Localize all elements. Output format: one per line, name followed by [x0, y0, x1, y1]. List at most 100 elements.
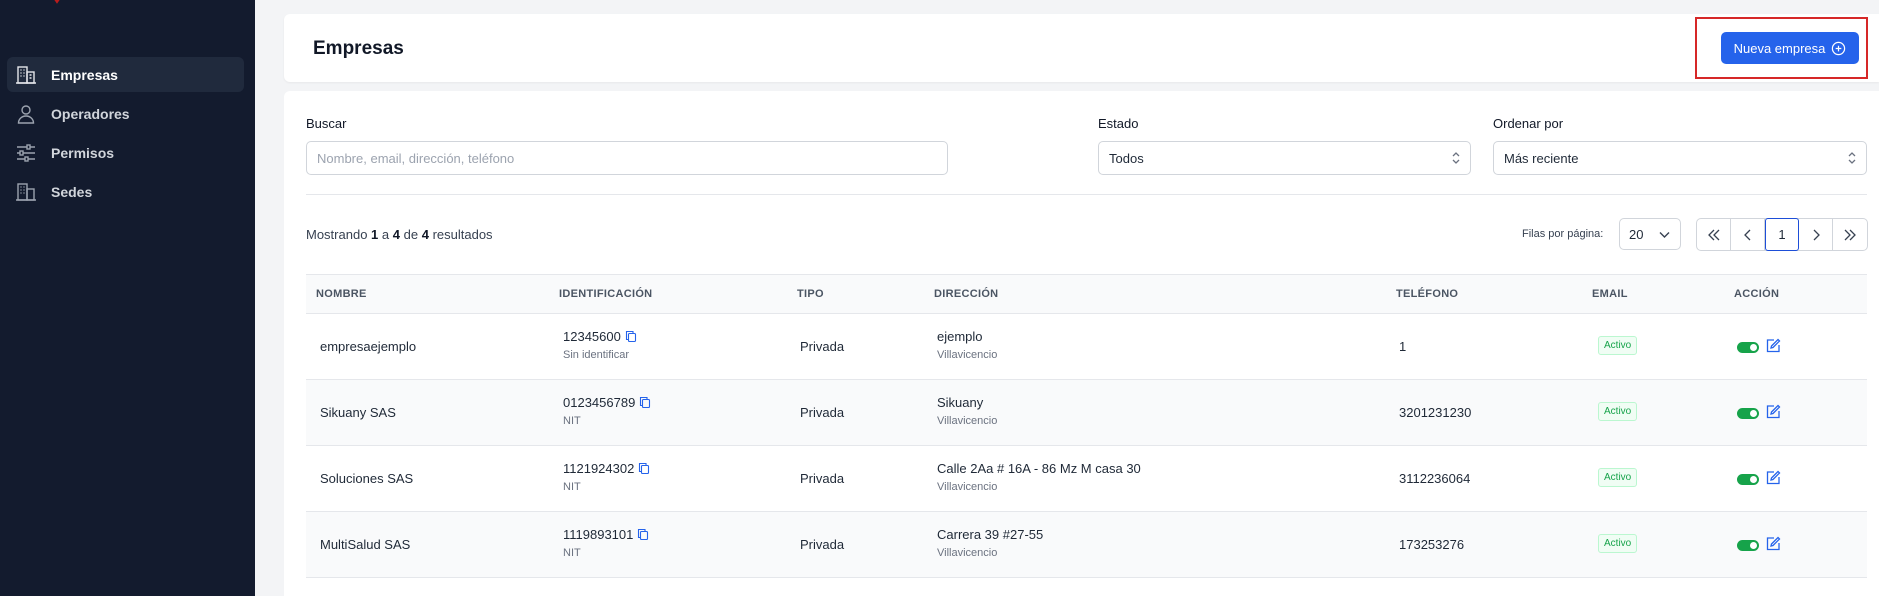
- office-icon: [16, 182, 36, 201]
- chevron-updown-icon: [1848, 152, 1856, 164]
- city: Villavicencio: [937, 415, 998, 427]
- table-row: empresaejemplo 12345600 Sin identificar …: [306, 314, 1867, 380]
- company-type: Privada: [800, 339, 845, 354]
- identification-number: 1121924302: [563, 461, 635, 476]
- address-cell: Calle 2Aa # 16A - 86 Mz M casa 30 Villav…: [937, 461, 1141, 493]
- edit-icon[interactable]: [1765, 536, 1781, 552]
- results-from: 1: [371, 227, 379, 242]
- chevrons-right-icon: [1844, 229, 1856, 240]
- new-company-label: Nueva empresa: [1733, 40, 1826, 56]
- table-row: MultiSalud SAS 1119893101 NIT Privada Ca…: [306, 512, 1867, 578]
- copy-icon[interactable]: [637, 528, 649, 541]
- address: Sikuany: [937, 395, 984, 410]
- column-header-nombre: NOMBRE: [316, 288, 367, 300]
- copy-icon[interactable]: [639, 396, 651, 409]
- status-label: Estado: [1098, 116, 1139, 131]
- address-cell: Carrera 39 #27-55 Villavicencio: [937, 527, 1043, 559]
- status-badge: Activo: [1598, 468, 1638, 487]
- rows-per-page-label: Filas por página:: [1522, 228, 1604, 240]
- address-cell: ejemplo Villavicencio: [937, 329, 997, 361]
- new-company-button[interactable]: Nueva empresa: [1721, 32, 1859, 64]
- status-value: Todos: [1109, 150, 1144, 166]
- phone: 3201231230: [1399, 405, 1472, 420]
- city: Villavicencio: [937, 547, 998, 559]
- address-cell: Sikuany Villavicencio: [937, 395, 997, 427]
- sort-value: Más reciente: [1504, 150, 1579, 166]
- status-select[interactable]: Todos: [1098, 141, 1471, 175]
- phone: 1: [1399, 339, 1407, 354]
- company-type: Privada: [800, 405, 845, 420]
- company-type: Privada: [800, 471, 845, 486]
- companies-table: NOMBRE IDENTIFICACIÓN TIPO DIRECCIÓN TEL…: [306, 274, 1867, 578]
- sidebar-item-empresas[interactable]: Empresas: [7, 57, 244, 92]
- column-header-email: EMAIL: [1592, 288, 1628, 300]
- company-name: empresaejemplo: [320, 339, 417, 354]
- sidebar-item-operadores[interactable]: Operadores: [7, 96, 244, 131]
- city: Villavicencio: [937, 481, 998, 493]
- status-badge: Activo: [1598, 402, 1638, 421]
- rows-per-page-select[interactable]: 20: [1619, 218, 1681, 250]
- sort-select[interactable]: Más reciente: [1493, 141, 1867, 175]
- sliders-icon: [17, 143, 35, 162]
- edit-icon[interactable]: [1765, 470, 1781, 486]
- phone: 3112236064: [1399, 471, 1471, 486]
- identification-cell: 12345600 Sin identificar: [563, 329, 637, 361]
- edit-icon[interactable]: [1765, 338, 1781, 354]
- page-title: Empresas: [313, 38, 404, 59]
- search-input[interactable]: [317, 150, 947, 166]
- last-page-button[interactable]: [1833, 219, 1867, 250]
- identification-cell: 0123456789 NIT: [563, 395, 651, 427]
- company-type: Privada: [800, 537, 845, 552]
- chevron-right-icon: [1813, 229, 1820, 240]
- active-toggle[interactable]: [1737, 474, 1759, 485]
- user-icon: [17, 104, 35, 124]
- table-header: NOMBRE IDENTIFICACIÓN TIPO DIRECCIÓN TEL…: [306, 274, 1867, 314]
- column-header-tipo: TIPO: [797, 288, 824, 300]
- brand-logo: [54, 0, 60, 4]
- edit-icon[interactable]: [1765, 404, 1781, 420]
- address: Calle 2Aa # 16A - 86 Mz M casa 30: [937, 461, 1141, 476]
- company-name: MultiSalud SAS: [320, 537, 411, 552]
- identification-number: 0123456789: [563, 395, 636, 410]
- identification-number: 12345600: [563, 329, 621, 344]
- identification-cell: 1119893101 NIT: [563, 527, 649, 559]
- prev-page-button[interactable]: [1731, 219, 1765, 250]
- city: Villavicencio: [937, 349, 998, 361]
- chevron-updown-icon: [1452, 152, 1460, 164]
- active-toggle[interactable]: [1737, 540, 1759, 551]
- column-header-identificacion: IDENTIFICACIÓN: [559, 288, 653, 300]
- filters-divider: [306, 194, 1867, 195]
- first-page-button[interactable]: [1697, 219, 1731, 250]
- table-row: Sikuany SAS 0123456789 NIT Privada Sikua…: [306, 380, 1867, 446]
- plus-circle-icon: [1832, 41, 1846, 55]
- page-button-current[interactable]: 1: [1765, 218, 1799, 251]
- column-header-accion: ACCIÓN: [1734, 288, 1780, 300]
- status-badge: Activo: [1598, 534, 1638, 553]
- address: ejemplo: [937, 329, 983, 344]
- search-field: [306, 141, 948, 175]
- identification-type: NIT: [563, 481, 581, 493]
- results-to: 4: [392, 227, 400, 242]
- results-summary: Mostrando 1 a 4 de 4 resultados: [306, 227, 493, 242]
- sidebar-item-sedes[interactable]: Sedes: [7, 174, 244, 209]
- column-header-direccion: DIRECCIÓN: [934, 288, 999, 300]
- sidebar: Empresas Operadores Permisos Sedes: [0, 0, 255, 596]
- active-toggle[interactable]: [1737, 408, 1759, 419]
- copy-icon[interactable]: [638, 462, 650, 475]
- status-badge: Activo: [1598, 336, 1638, 355]
- sort-label: Ordenar por: [1493, 116, 1564, 131]
- chevron-down-icon: [1659, 232, 1670, 238]
- companies-panel: Buscar Estado Todos Ordenar por Más reci…: [284, 91, 1879, 596]
- chevron-left-icon: [1743, 229, 1750, 240]
- next-page-button[interactable]: [1799, 219, 1833, 250]
- active-toggle[interactable]: [1737, 342, 1759, 353]
- company-name: Sikuany SAS: [320, 405, 396, 420]
- pagination: 1: [1696, 218, 1868, 251]
- sidebar-item-label: Operadores: [51, 105, 130, 122]
- address: Carrera 39 #27-55: [937, 527, 1044, 542]
- sidebar-item-permisos[interactable]: Permisos: [7, 135, 244, 170]
- column-header-telefono: TELÉFONO: [1396, 288, 1459, 300]
- search-label: Buscar: [306, 116, 347, 131]
- identification-type: Sin identificar: [563, 349, 630, 361]
- copy-icon[interactable]: [625, 330, 637, 343]
